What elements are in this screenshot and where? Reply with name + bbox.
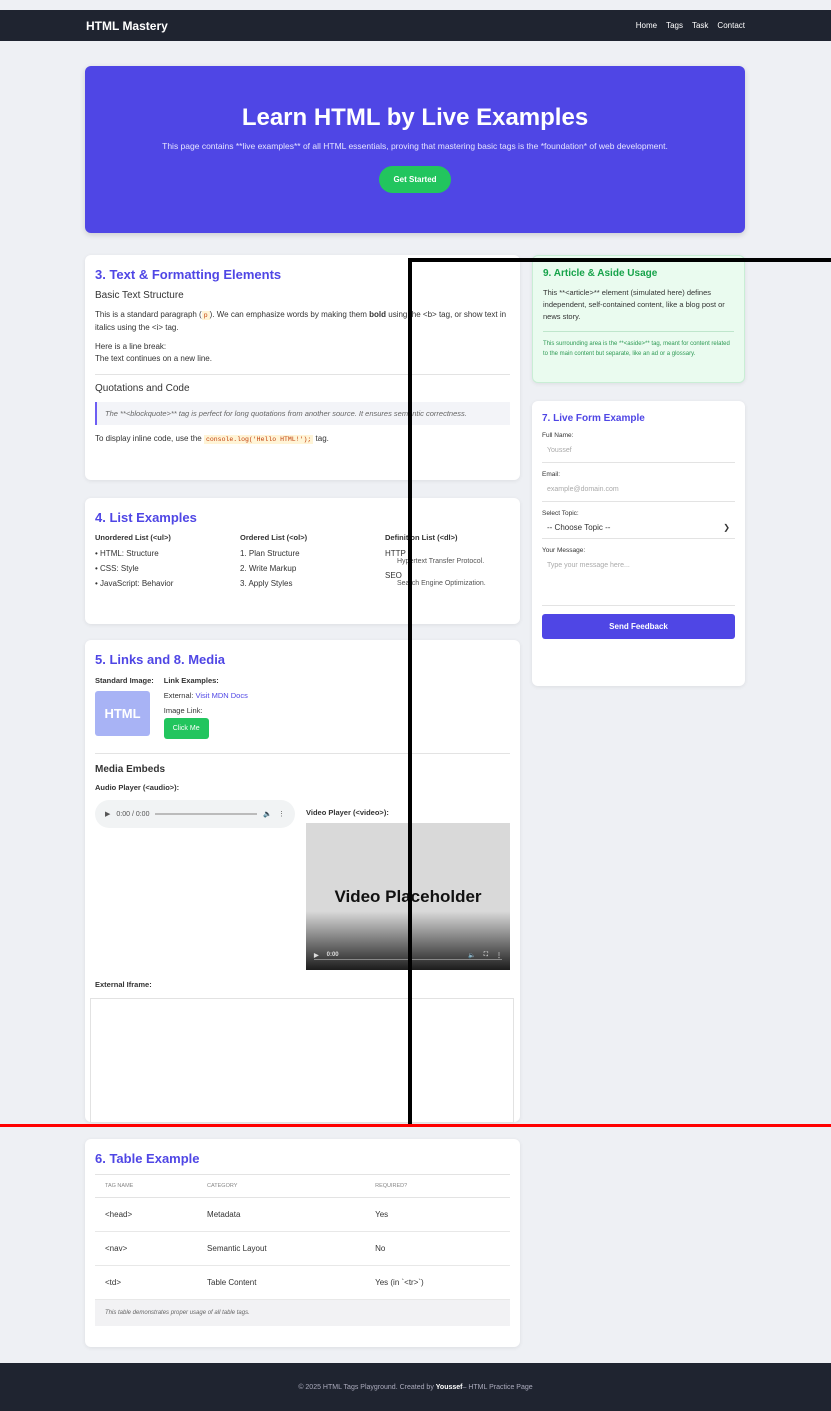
image-link-label: Image Link: [163, 706, 203, 715]
hero-title: Learn HTML by Live Examples [241, 104, 589, 131]
audio-progress-track[interactable] [155, 813, 258, 815]
list-item: • JavaScript: Behavior [95, 579, 174, 588]
iframe-label: External Iframe: [95, 980, 152, 989]
table-cell: Metadata [197, 1197, 366, 1232]
nav-menu: Home Tags Task Contact [636, 21, 745, 30]
volume-icon[interactable]: 🔈 [263, 810, 272, 818]
list-item: • CSS: Style [95, 564, 139, 573]
table-cell: <nav> [95, 1231, 198, 1266]
table-cell: Yes (in `<tr>`) [365, 1265, 510, 1300]
table-cell: <td> [95, 1265, 198, 1300]
standard-image-label: Standard Image: [95, 676, 154, 685]
ol-heading: Ordered List (<ol>) [240, 533, 308, 542]
table-example-card: 6. Table Example TAG NAME CATEGORY REQUI… [85, 1139, 520, 1347]
external-link-row: External: Visit MDN Docs [163, 691, 248, 700]
table-cell: Semantic Layout [197, 1231, 366, 1266]
table-row: <nav> Semantic Layout No [95, 1231, 510, 1266]
table-cell: <head> [95, 1197, 198, 1232]
annotation-red-line [0, 1124, 831, 1127]
table-header: CATEGORY [197, 1174, 366, 1198]
link-examples-block: Link Examples: External: Visit MDN Docs … [163, 675, 248, 739]
click-me-button[interactable]: Click Me [163, 718, 209, 739]
brand-logo[interactable]: HTML Mastery [86, 19, 168, 33]
standard-image-block: Standard Image: HTML [95, 675, 154, 736]
list-item: 3. Apply Styles [240, 579, 293, 588]
video-player-label: Video Player (<video>): [306, 808, 389, 817]
nav-task[interactable]: Task [692, 21, 708, 30]
video-play-icon[interactable]: ▶ [314, 952, 319, 959]
ordered-list-col: Ordered List (<ol>) 1. Plan Structure 2.… [240, 533, 365, 594]
ul-heading: Unordered List (<ul>) [95, 533, 171, 542]
paragraph-inline-code: p [201, 311, 210, 320]
footer-text: © 2025 HTML Tags Playground. Created by [298, 1383, 434, 1391]
nav-tags[interactable]: Tags [666, 21, 683, 30]
play-icon[interactable]: ▶ [105, 810, 110, 818]
unordered-list-col: Unordered List (<ul>) • HTML: Structure … [95, 533, 220, 594]
table-header: TAG NAME [95, 1174, 198, 1198]
table-title: 6. Table Example [95, 1151, 200, 1166]
html-image: HTML [95, 691, 150, 736]
table-cell: No [365, 1231, 510, 1266]
list-item: 2. Write Markup [240, 564, 297, 573]
table-row: <head> Metadata Yes [95, 1197, 510, 1232]
tags-table: TAG NAME CATEGORY REQUIRED? <head> Metad… [95, 1174, 510, 1300]
table-cell: Yes [365, 1197, 510, 1232]
audio-player[interactable]: ▶ 0:00 / 0:00 🔈 ⋮ [95, 800, 295, 828]
table-caption: This table demonstrates proper usage of … [95, 1300, 510, 1326]
list-item: 1. Plan Structure [240, 549, 300, 558]
hero-subtitle: This page contains **live examples** of … [162, 141, 668, 151]
footer-author: Youssef [435, 1383, 463, 1391]
inline-code-sample: console.log('Hello HTML!'); [203, 435, 314, 445]
nav-home[interactable]: Home [636, 21, 657, 30]
top-navbar: HTML Mastery Home Tags Task Contact [0, 10, 831, 41]
more-options-icon[interactable]: ⋮ [278, 810, 285, 818]
link-examples-label: Link Examples: [163, 676, 219, 685]
hero-banner: Learn HTML by Live Examples This page co… [85, 66, 745, 233]
table-row: <td> Table Content Yes (in `<tr>`) [95, 1265, 510, 1300]
page-footer: © 2025 HTML Tags Playground. Created by … [0, 1363, 831, 1411]
table-header: REQUIRED? [365, 1174, 510, 1198]
list-item: • HTML: Structure [95, 549, 159, 558]
nav-contact[interactable]: Contact [717, 21, 745, 30]
audio-time: 0:00 / 0:00 [116, 810, 150, 818]
mdn-docs-link[interactable]: Visit MDN Docs [195, 691, 247, 700]
footer-suffix: – HTML Practice Page [462, 1383, 533, 1391]
table-cell: Table Content [197, 1265, 366, 1300]
video-time: 0:00 [326, 952, 339, 958]
annotation-black-box [408, 258, 831, 1124]
get-started-button[interactable]: Get Started [379, 166, 451, 193]
